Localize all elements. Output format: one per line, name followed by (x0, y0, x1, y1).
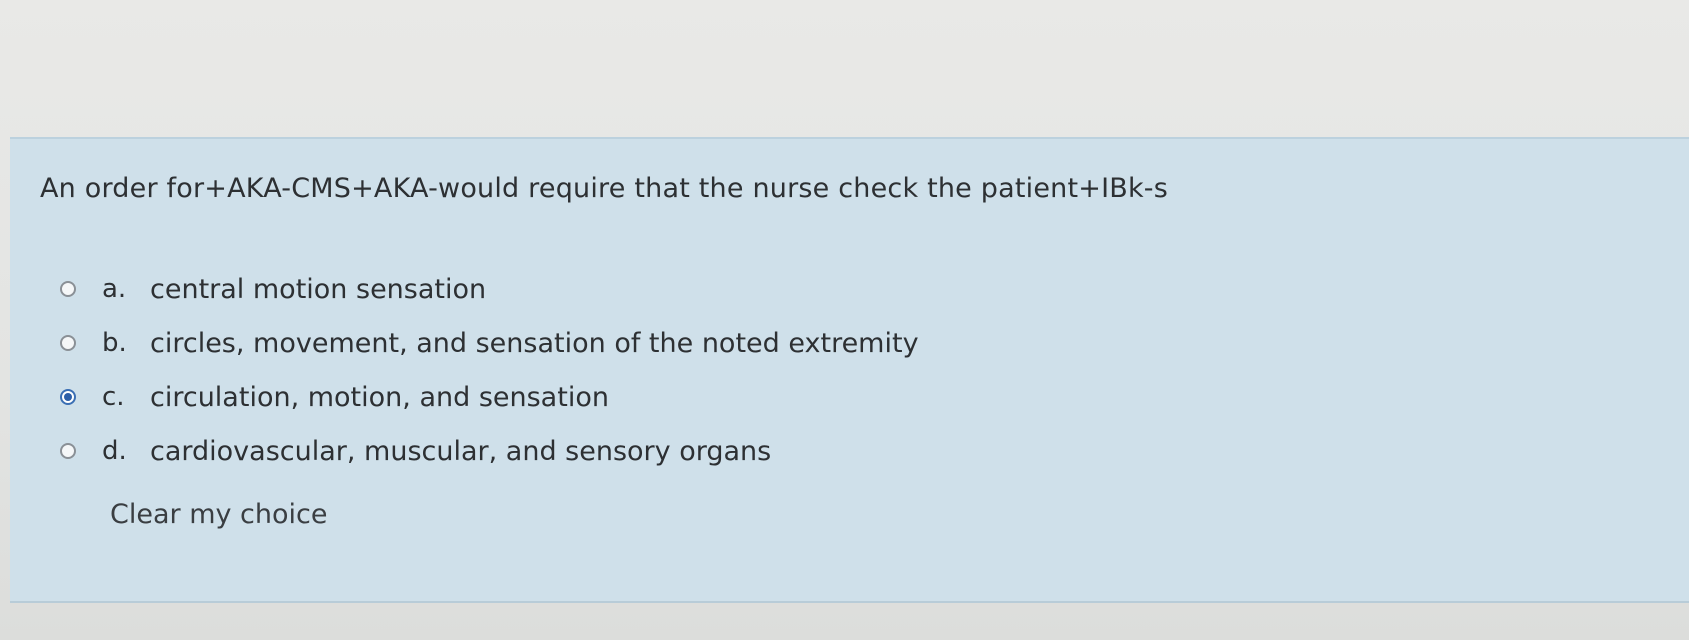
radio-button-a[interactable] (60, 281, 76, 297)
answer-text-d: cardiovascular, muscular, and sensory or… (150, 435, 772, 467)
answer-option-d[interactable]: d. cardiovascular, muscular, and sensory… (60, 433, 771, 469)
question-text: An order for+AKA-CMS+AKA-would require t… (40, 173, 1169, 204)
answer-option-a[interactable]: a. central motion sensation (60, 271, 486, 307)
answer-letter-a: a. (102, 274, 127, 304)
radio-button-b[interactable] (60, 335, 76, 351)
answer-option-b[interactable]: b. circles, movement, and sensation of t… (60, 325, 919, 361)
question-card: An order for+AKA-CMS+AKA-would require t… (10, 137, 1689, 603)
answer-text-c: circulation, motion, and sensation (150, 381, 609, 413)
answer-letter-d: d. (102, 436, 127, 466)
answer-letter-b: b. (102, 328, 127, 358)
answer-option-c[interactable]: c. circulation, motion, and sensation (60, 379, 609, 415)
answer-text-b: circles, movement, and sensation of the … (150, 327, 919, 359)
clear-choice-link[interactable]: Clear my choice (110, 499, 328, 530)
answer-letter-c: c. (102, 382, 125, 412)
radio-button-d[interactable] (60, 443, 76, 459)
answer-text-a: central motion sensation (150, 273, 487, 305)
radio-button-c-selected[interactable] (60, 389, 76, 405)
